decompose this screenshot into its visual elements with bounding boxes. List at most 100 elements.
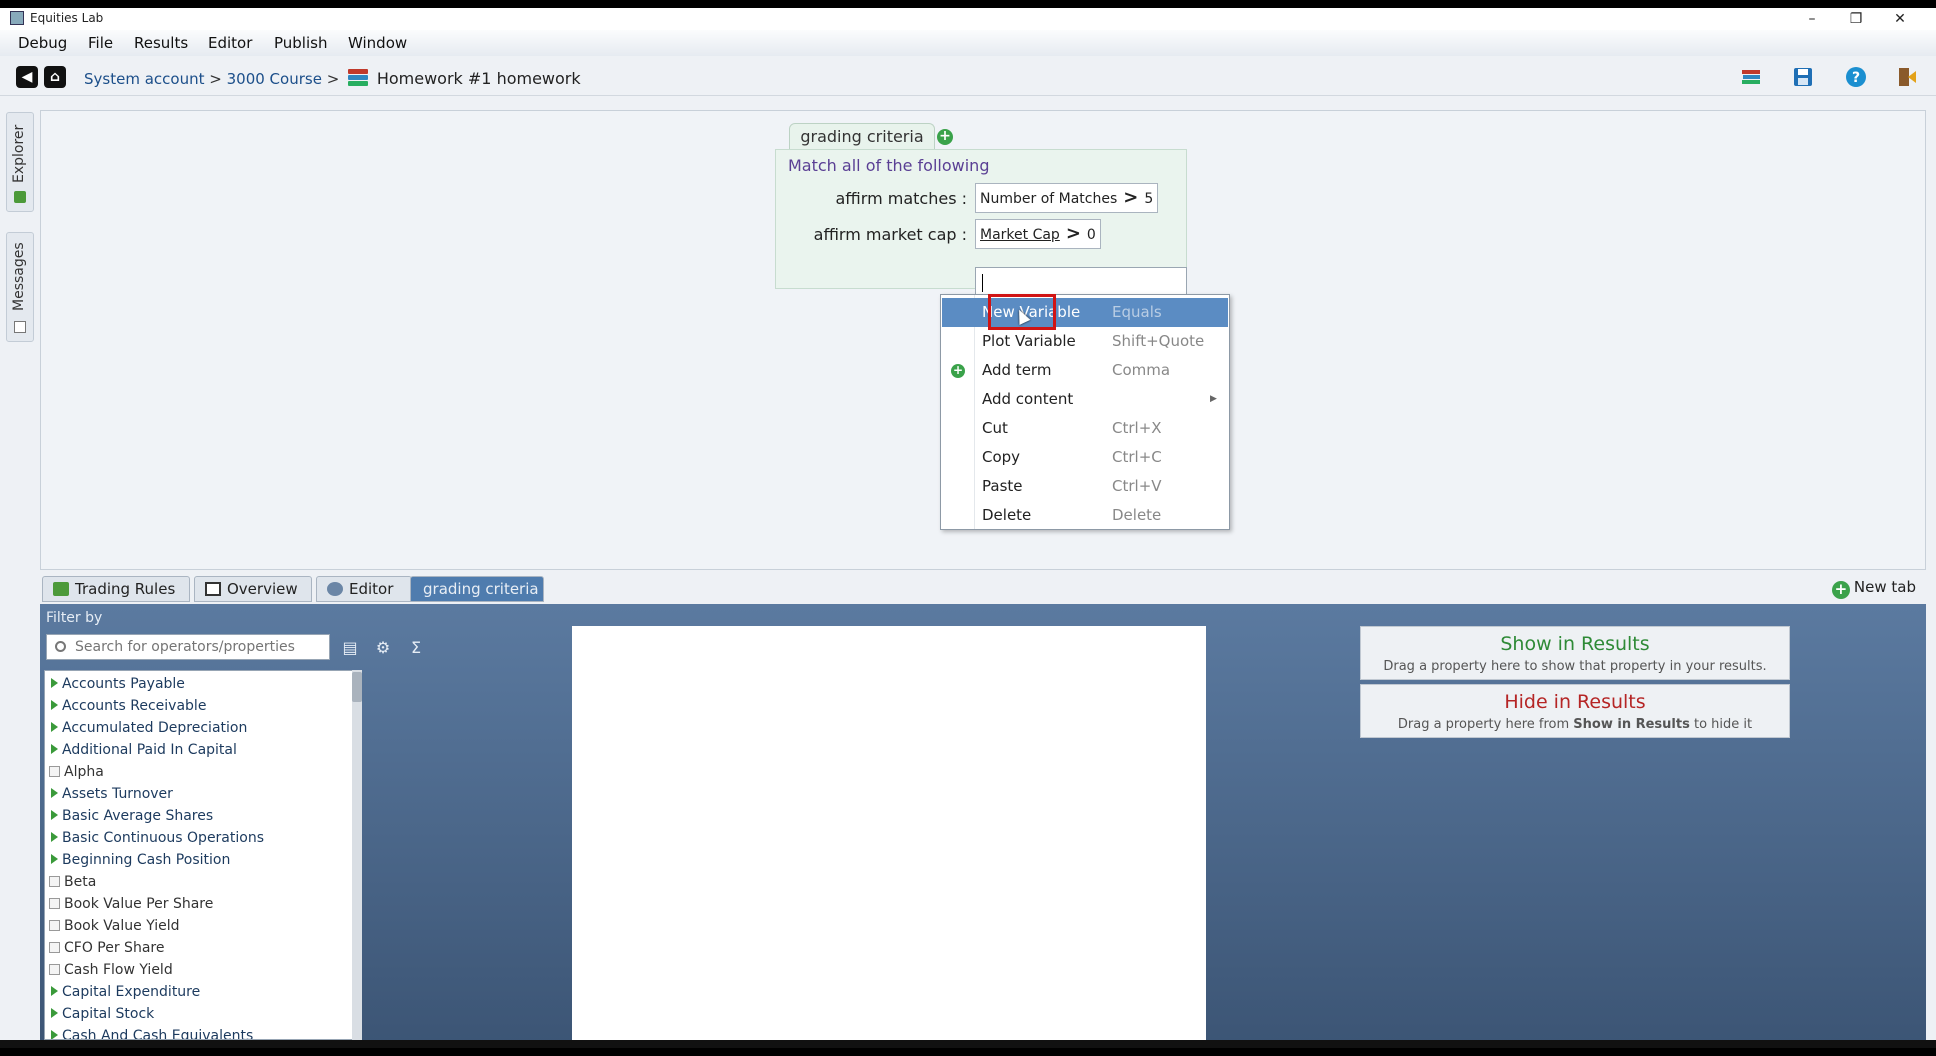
app-icon [10, 11, 24, 25]
property-item[interactable]: Book Value Yield [49, 915, 180, 937]
rule-expression[interactable]: Number of Matches >5 [975, 183, 1159, 213]
rule-operator[interactable]: > [1123, 187, 1138, 208]
property-label: Capital Stock [62, 1006, 155, 1022]
expand-arrow-icon[interactable] [51, 832, 58, 842]
expand-arrow-icon[interactable] [51, 744, 58, 754]
scrollbar-thumb[interactable] [352, 672, 362, 702]
checkbox-icon[interactable] [49, 876, 60, 887]
show-in-results-dropzone[interactable]: Show in Results Drag a property here to … [1360, 626, 1790, 680]
expand-arrow-icon[interactable] [51, 788, 58, 798]
library-icon[interactable] [1740, 66, 1762, 88]
property-item[interactable]: Assets Turnover [49, 783, 173, 805]
menu-item-add-content[interactable]: Add content ▶ [942, 385, 1228, 414]
save-icon[interactable] [1792, 66, 1814, 88]
menu-item-new-variable[interactable]: New Variable Equals [942, 298, 1228, 327]
search-icon [55, 641, 66, 652]
rule-field[interactable]: Number of Matches [980, 191, 1117, 207]
tab-editor[interactable]: Editor [316, 576, 412, 602]
menu-item-shortcut: Ctrl+V [1112, 477, 1162, 495]
property-item[interactable]: CFO Per Share [49, 937, 164, 959]
minimize-button[interactable]: – [1790, 8, 1834, 30]
search-box[interactable] [46, 634, 330, 660]
match-all-header[interactable]: Match all of the following [788, 156, 989, 175]
explorer-icon [14, 191, 26, 203]
tab-overview[interactable]: Overview [194, 576, 312, 602]
tab-grading-criteria[interactable]: grading criteria [410, 576, 544, 602]
messages-tab[interactable]: Messages [6, 232, 34, 342]
add-criteria-icon[interactable]: + [937, 129, 953, 145]
checkbox-icon[interactable] [49, 898, 60, 909]
expand-arrow-icon[interactable] [51, 810, 58, 820]
properties-panel: Filter by ▤ ⚙ Σ Accounts PayableAccounts… [40, 604, 1926, 1044]
close-button[interactable]: ✕ [1878, 8, 1922, 30]
menu-item-paste[interactable]: Paste Ctrl+V [942, 472, 1228, 501]
bottom-tab-bar: Trading Rules Overview Editor grading cr… [40, 576, 1926, 604]
table-icon[interactable]: ▤ [340, 638, 360, 658]
app-window: Equities Lab – ❐ ✕ Debug File Results Ed… [0, 8, 1936, 1048]
explorer-tab[interactable]: Explorer [6, 112, 34, 212]
expand-arrow-icon[interactable] [51, 854, 58, 864]
property-item[interactable]: Accounts Payable [49, 673, 185, 695]
exit-icon[interactable] [1896, 66, 1918, 88]
property-item[interactable]: Basic Continuous Operations [49, 827, 264, 849]
gear-icon[interactable]: ⚙ [373, 638, 393, 658]
menu-item-cut[interactable]: Cut Ctrl+X [942, 414, 1228, 443]
home-icon[interactable]: ⌂ [44, 66, 66, 88]
checkbox-icon[interactable] [49, 964, 60, 975]
tab-trading-rules[interactable]: Trading Rules [42, 576, 190, 602]
property-item[interactable]: Book Value Per Share [49, 893, 213, 915]
expand-arrow-icon[interactable] [51, 722, 58, 732]
menu-debug[interactable]: Debug [18, 34, 67, 52]
breadcrumb-course[interactable]: 3000 Course [227, 70, 322, 88]
rule-operator[interactable]: > [1066, 223, 1081, 244]
search-input[interactable] [75, 637, 325, 657]
rule-value[interactable]: 0 [1087, 227, 1096, 243]
back-icon[interactable]: ◀ [16, 66, 38, 88]
property-item[interactable]: Basic Average Shares [49, 805, 213, 827]
menu-item-label: Plot Variable [982, 332, 1076, 350]
property-item[interactable]: Accounts Receivable [49, 695, 206, 717]
expand-arrow-icon[interactable] [51, 678, 58, 688]
checkbox-icon[interactable] [49, 766, 60, 777]
rule-expression[interactable]: Market Cap >0 [975, 219, 1101, 249]
menu-item-plot-variable[interactable]: Plot Variable Shift+Quote [942, 327, 1228, 356]
menu-results[interactable]: Results [134, 34, 188, 52]
property-item[interactable]: Beginning Cash Position [49, 849, 230, 871]
expand-arrow-icon[interactable] [51, 1008, 58, 1018]
property-item[interactable]: Additional Paid In Capital [49, 739, 237, 761]
menu-window[interactable]: Window [348, 34, 407, 52]
help-icon[interactable]: ? [1845, 66, 1867, 88]
checkbox-icon[interactable] [49, 942, 60, 953]
criteria-tab[interactable]: grading criteria [789, 123, 935, 149]
menu-item-delete[interactable]: Delete Delete [942, 501, 1228, 530]
property-item[interactable]: Cash Flow Yield [49, 959, 173, 981]
menu-item-copy[interactable]: Copy Ctrl+C [942, 443, 1228, 472]
property-item[interactable]: Capital Expenditure [49, 981, 200, 1003]
property-label: Accumulated Depreciation [62, 720, 248, 736]
breadcrumb: System account > 3000 Course > Homework … [84, 67, 581, 89]
hide-in-results-dropzone[interactable]: Hide in Results Drag a property here fro… [1360, 684, 1790, 738]
menu-item-add-term[interactable]: + Add term Comma [942, 356, 1228, 385]
books-icon [346, 67, 370, 89]
property-item[interactable]: Cash And Cash Equivalents [49, 1025, 253, 1039]
property-item[interactable]: Beta [49, 871, 96, 893]
new-tab-button[interactable]: + New tab [1831, 578, 1916, 599]
breadcrumb-system-account[interactable]: System account [84, 70, 204, 88]
property-list-scrollbar[interactable] [352, 670, 362, 1040]
expand-arrow-icon[interactable] [51, 1030, 58, 1039]
property-item[interactable]: Capital Stock [49, 1003, 154, 1025]
expand-arrow-icon[interactable] [51, 700, 58, 710]
maximize-button[interactable]: ❐ [1834, 8, 1878, 30]
menu-item-label: Cut [982, 419, 1008, 437]
menu-editor[interactable]: Editor [208, 34, 252, 52]
menu-publish[interactable]: Publish [274, 34, 327, 52]
new-term-input[interactable] [975, 267, 1187, 297]
property-item[interactable]: Accumulated Depreciation [49, 717, 247, 739]
menu-file[interactable]: File [88, 34, 113, 52]
expand-arrow-icon[interactable] [51, 986, 58, 996]
sigma-icon[interactable]: Σ [406, 638, 426, 658]
rule-value[interactable]: 5 [1144, 191, 1153, 207]
rule-field[interactable]: Market Cap [980, 227, 1060, 243]
checkbox-icon[interactable] [49, 920, 60, 931]
property-item[interactable]: Alpha [49, 761, 104, 783]
